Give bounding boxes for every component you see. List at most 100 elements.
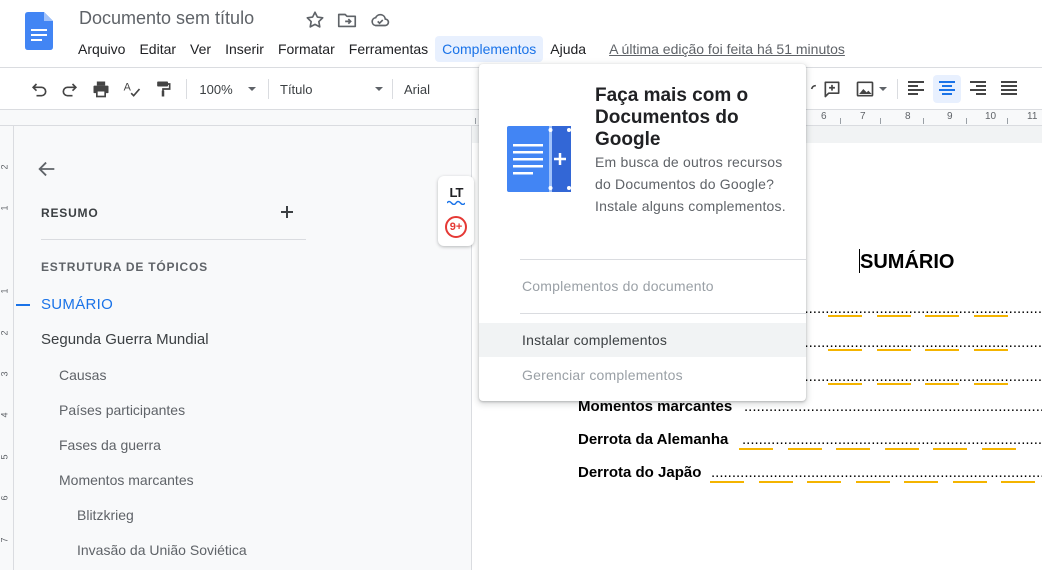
toc-entry[interactable]: Derrota da Alemanha bbox=[578, 431, 728, 448]
spell-underline bbox=[828, 349, 862, 351]
toc-row[interactable]: Derrota da Alemanha ....................… bbox=[578, 431, 1042, 449]
addon-sidebar-chip: LT 9+ bbox=[438, 176, 474, 246]
selected-heading-marker bbox=[16, 304, 30, 306]
spell-underline bbox=[885, 448, 919, 450]
spell-underline bbox=[933, 448, 967, 450]
spell-underline bbox=[974, 349, 1008, 351]
promo-title: Faça mais com o Documentos do Google bbox=[595, 85, 749, 150]
move-folder-icon[interactable] bbox=[336, 9, 358, 31]
spell-underline bbox=[877, 349, 911, 351]
outline-item-invasao[interactable]: Invasão da União Soviética bbox=[77, 542, 247, 558]
spell-underline bbox=[925, 349, 959, 351]
outline-item-paises[interactable]: Países participantes bbox=[59, 402, 185, 418]
ruler-number: 7 bbox=[0, 537, 10, 543]
menu-formatar[interactable]: Formatar bbox=[271, 36, 342, 62]
spell-underline bbox=[739, 448, 773, 450]
outline-item-blitzkrieg[interactable]: Blitzkrieg bbox=[77, 507, 134, 523]
languagetool-icon[interactable]: LT bbox=[445, 184, 467, 206]
ruler-number: 9 bbox=[947, 111, 953, 122]
insert-image-icon[interactable] bbox=[852, 78, 890, 100]
svg-text:A: A bbox=[124, 82, 132, 94]
toc-row[interactable]: Derrota do Japão .......................… bbox=[578, 464, 1042, 482]
chevron-down-icon bbox=[375, 87, 383, 91]
ruler-number: 3 bbox=[0, 371, 10, 377]
menu-ver[interactable]: Ver bbox=[183, 36, 218, 62]
ruler-number: 6 bbox=[821, 111, 827, 122]
ruler-number: 1 bbox=[0, 288, 10, 294]
ruler-number: 10 bbox=[985, 111, 997, 122]
spell-underline bbox=[877, 383, 911, 385]
zoom-value: 100% bbox=[199, 81, 233, 97]
outline-item-fases[interactable]: Fases da guerra bbox=[59, 437, 161, 453]
toolbar-divider bbox=[392, 79, 393, 99]
complementos-dropdown-menu: Faça mais com o Documentos do Google Em … bbox=[479, 64, 806, 401]
spell-underline bbox=[953, 481, 987, 483]
paint-format-icon[interactable] bbox=[152, 78, 174, 100]
last-edit-link[interactable]: A última edição foi feita há 51 minutos bbox=[609, 41, 845, 57]
spell-underline bbox=[925, 383, 959, 385]
document-heading[interactable]: SUMÁRIO bbox=[860, 251, 954, 274]
spell-underline bbox=[925, 315, 959, 317]
spell-underline bbox=[982, 448, 1016, 450]
docs-logo-icon[interactable] bbox=[25, 12, 53, 50]
menu-ferramentas[interactable]: Ferramentas bbox=[342, 36, 435, 62]
ruler-corner bbox=[0, 110, 472, 126]
spell-underline bbox=[877, 315, 911, 317]
ruler-number: 11 bbox=[1027, 111, 1038, 122]
outline-item-causas[interactable]: Causas bbox=[59, 367, 106, 383]
redo-icon[interactable] bbox=[59, 78, 81, 100]
document-title[interactable]: Documento sem título bbox=[79, 8, 254, 29]
add-comment-icon[interactable] bbox=[821, 78, 843, 100]
spell-underline bbox=[904, 481, 938, 483]
font-select[interactable]: Arial bbox=[404, 78, 464, 100]
ruler-number: 7 bbox=[860, 111, 866, 122]
align-right-icon[interactable] bbox=[967, 78, 989, 100]
notification-badge-icon[interactable]: 9+ bbox=[445, 216, 467, 238]
spell-underline bbox=[974, 315, 1008, 317]
add-summary-icon[interactable] bbox=[278, 203, 296, 221]
menu-inserir[interactable]: Inserir bbox=[218, 36, 271, 62]
divider bbox=[41, 239, 306, 240]
toolbar-divider bbox=[186, 79, 187, 99]
print-icon[interactable] bbox=[90, 78, 112, 100]
chevron-down-icon bbox=[878, 87, 887, 91]
star-icon[interactable] bbox=[304, 9, 326, 31]
undo-icon[interactable] bbox=[28, 78, 50, 100]
spell-underline bbox=[759, 481, 793, 483]
menu-ajuda[interactable]: Ajuda bbox=[543, 36, 593, 62]
menu-editar[interactable]: Editar bbox=[132, 36, 183, 62]
outline-item-momentos[interactable]: Momentos marcantes bbox=[59, 472, 194, 488]
cloud-saved-icon[interactable] bbox=[369, 9, 391, 31]
menu-complementos[interactable]: Complementos bbox=[435, 36, 544, 62]
menu-arquivo[interactable]: Arquivo bbox=[71, 36, 132, 62]
document-outline-panel: RESUMO ESTRUTURA DE TÓPICOS SUMÁRIO Segu… bbox=[14, 126, 472, 570]
spell-underline bbox=[788, 448, 822, 450]
align-justify-icon[interactable] bbox=[998, 78, 1020, 100]
menu-divider bbox=[520, 259, 806, 260]
vertical-ruler[interactable]: 2 1 1 2 3 4 5 6 7 bbox=[0, 126, 14, 570]
spell-underline bbox=[974, 383, 1008, 385]
zoom-select[interactable]: 100% bbox=[196, 78, 260, 100]
font-value: Arial bbox=[404, 81, 431, 97]
spellcheck-icon[interactable]: A bbox=[121, 78, 143, 100]
ruler-number: 2 bbox=[0, 330, 10, 336]
toc-entry[interactable]: Derrota do Japão bbox=[578, 464, 701, 481]
spell-underline bbox=[807, 481, 841, 483]
ruler-number: 5 bbox=[0, 454, 10, 460]
promo-description: Em busca de outros recursos do Documento… bbox=[595, 154, 786, 214]
align-left-icon[interactable] bbox=[905, 78, 927, 100]
spell-underline bbox=[1001, 481, 1035, 483]
align-center-icon[interactable] bbox=[933, 75, 961, 103]
ruler-number: 1 bbox=[0, 205, 10, 211]
spell-underline bbox=[828, 383, 862, 385]
menu-divider bbox=[520, 313, 806, 314]
back-arrow-icon[interactable] bbox=[36, 158, 58, 180]
install-addons-item[interactable]: Instalar complementos bbox=[479, 323, 806, 357]
style-value: Título bbox=[280, 81, 313, 97]
toolbar-divider bbox=[268, 79, 269, 99]
ruler-number: 2 bbox=[0, 164, 10, 170]
outline-item-segunda-guerra[interactable]: Segunda Guerra Mundial bbox=[41, 331, 209, 348]
toolbar-divider bbox=[897, 79, 898, 99]
style-select[interactable]: Título bbox=[280, 78, 384, 100]
outline-item-sumario[interactable]: SUMÁRIO bbox=[41, 296, 113, 313]
